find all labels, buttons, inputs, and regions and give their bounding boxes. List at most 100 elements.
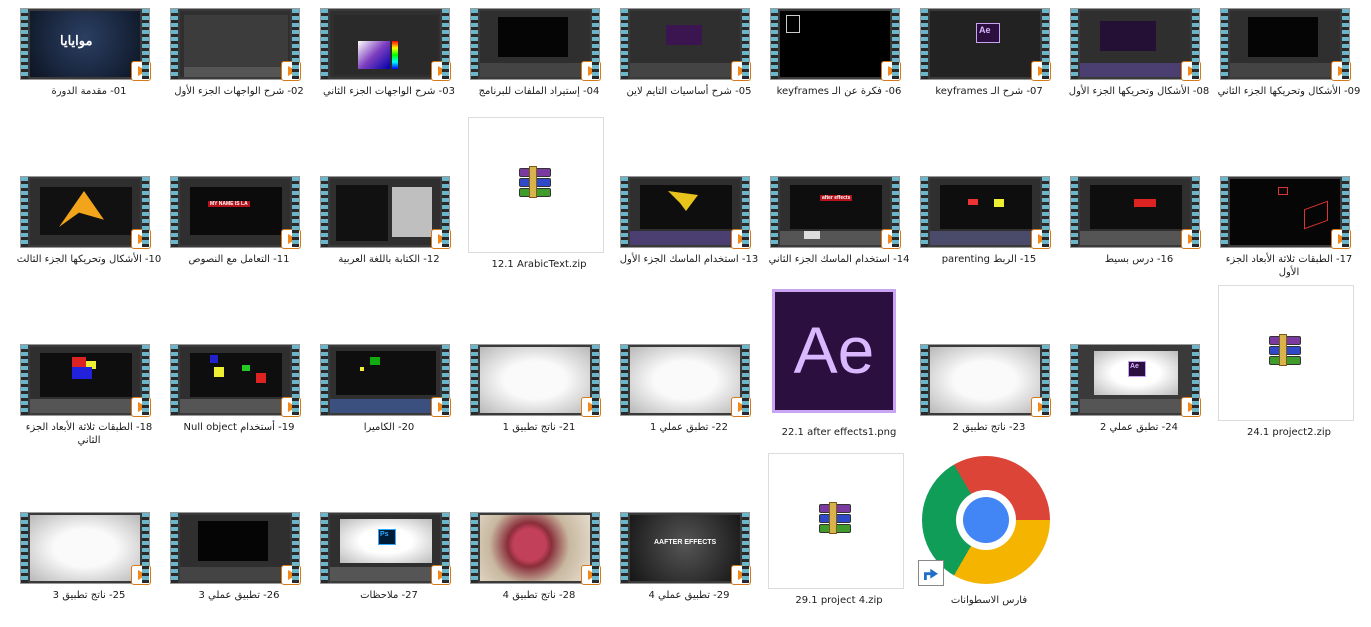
file-item[interactable]: 25- ناتج تطبيق 3: [0, 504, 151, 624]
video-thumbnail: [20, 512, 151, 585]
video-frame: [930, 347, 1040, 413]
play-icon: [131, 397, 151, 417]
video-frame: [1080, 179, 1190, 245]
play-icon: [1031, 397, 1051, 417]
play-icon: [281, 565, 301, 585]
video-frame: [930, 179, 1040, 245]
video-thumbnail: [920, 344, 1051, 417]
file-name-label: 25- ناتج تطبيق 3: [52, 590, 126, 601]
file-item[interactable]: 06- فكرة عن الـ keyframes: [750, 0, 901, 120]
video-thumbnail: [1070, 8, 1201, 81]
video-frame: [480, 347, 590, 413]
winrar-archive-icon: [515, 164, 555, 198]
play-icon: [1031, 61, 1051, 81]
play-icon: [1181, 397, 1201, 417]
thumbnail-text: after effects: [820, 195, 853, 201]
file-item[interactable]: فارس الاسطوانات: [900, 456, 1050, 624]
play-icon: [281, 229, 301, 249]
file-item[interactable]: 03- شرح الواجهات الجزء الثاني: [300, 0, 455, 120]
file-item[interactable]: 12.1 ArabicText.zip: [450, 117, 604, 288]
play-icon: [731, 397, 751, 417]
file-name-label: 04- إستيراد الملفات للبرنامج: [478, 86, 600, 97]
video-thumbnail: Ps: [320, 512, 451, 585]
play-icon: [581, 565, 601, 585]
file-item[interactable]: 17- الطبقات ثلاثة الأبعاد الجزء الأول: [1200, 168, 1352, 288]
file-name-label: 16- درس بسيط: [1104, 254, 1174, 265]
file-name-label: 15- الربط parenting: [941, 254, 1037, 265]
file-name-label: 29.1 project 4.zip: [795, 595, 883, 606]
video-thumbnail: [20, 176, 151, 249]
video-frame: [30, 515, 140, 581]
file-item[interactable]: Ae 24- تطبق عملي 2: [1050, 336, 1201, 456]
video-thumbnail: [1070, 176, 1201, 249]
file-item[interactable]: 10- الأشكال وتحريكها الجزء الثالث: [0, 168, 161, 288]
video-thumbnail: [170, 512, 301, 585]
video-frame: [780, 11, 890, 77]
play-icon: [731, 229, 751, 249]
thumbnail-text: Ps: [380, 531, 389, 538]
file-name-label: 11- التعامل مع النصوص: [188, 254, 290, 265]
winrar-archive-icon: [1265, 332, 1305, 366]
file-item[interactable]: 02- شرح الواجهات الجزء الأول: [150, 0, 304, 120]
file-item[interactable]: 20- الكاميرا: [300, 336, 451, 456]
file-item[interactable]: 13- استخدام الماسك الجزء الأول: [600, 168, 758, 288]
file-item[interactable]: 15- الربط parenting: [900, 168, 1051, 288]
zip-file-thumbnail: [768, 453, 904, 589]
play-icon: [131, 229, 151, 249]
file-item[interactable]: 19- أستخدام Null object: [150, 336, 301, 456]
video-thumbnail: [770, 8, 901, 81]
file-name-label: 05- شرح أساسيات التايم لاين: [626, 86, 752, 97]
file-name-label: 24- تطبق عملي 2: [1100, 422, 1178, 433]
file-name-label: 22- تطبق عملي 1: [650, 422, 728, 433]
file-item[interactable]: 23- ناتج تطبيق 2: [900, 336, 1051, 456]
file-item[interactable]: 09- الأشكال وتحريكها الجزء الثاني: [1200, 0, 1360, 120]
file-name-label: 08- الأشكال وتحريكها الجزء الأول: [1068, 86, 1210, 97]
file-item[interactable]: AAFTER EFFECTS 29- تطبيق عملي 4: [600, 504, 751, 624]
file-item[interactable]: 08- الأشكال وتحريكها الجزء الأول: [1050, 0, 1209, 120]
file-item[interactable]: 26- تطبيق عملي 3: [150, 504, 301, 624]
file-name-label: 13- استخدام الماسك الجزء الأول: [619, 254, 759, 265]
video-frame: [330, 179, 440, 245]
file-item[interactable]: Ae 22.1 after effects1.png: [750, 289, 900, 456]
file-name-label: 22.1 after effects1.png: [781, 427, 897, 438]
video-thumbnail: [320, 176, 451, 249]
file-name-label: 23- ناتج تطبيق 2: [952, 422, 1026, 433]
file-item[interactable]: 04- إستيراد الملفات للبرنامج: [450, 0, 601, 120]
video-thumbnail: [470, 512, 601, 585]
file-item[interactable]: MY NAME IS LA 11- التعامل مع النصوص: [150, 168, 301, 288]
video-frame: [480, 11, 590, 77]
file-item[interactable]: Ps 27- ملاحظات: [300, 504, 451, 624]
file-item[interactable]: 21- ناتج تطبيق 1: [450, 336, 601, 456]
video-thumbnail: after effects: [770, 176, 901, 249]
thumbnail-text: Ae: [1130, 363, 1139, 370]
file-item[interactable]: 22- تطبق عملي 1: [600, 336, 751, 456]
file-name-label: 19- أستخدام Null object: [183, 422, 295, 433]
video-thumbnail: AAFTER EFFECTS: [620, 512, 751, 585]
file-item[interactable]: 28- ناتج تطبيق 4: [450, 504, 601, 624]
file-item[interactable]: Ae 07- شرح الـ keyframes: [900, 0, 1051, 120]
video-frame: موايايا: [30, 11, 140, 77]
video-frame: [630, 11, 740, 77]
file-item[interactable]: 05- شرح أساسيات التايم لاين: [600, 0, 751, 120]
file-item[interactable]: 18- الطبقات ثلاثة الأبعاد الجزء الثاني: [0, 336, 152, 456]
video-frame: [330, 11, 440, 77]
video-thumbnail: [20, 344, 151, 417]
file-name-label: 12- الكتابة باللغة العربية: [338, 254, 440, 265]
video-frame: Ps: [330, 515, 440, 581]
file-item[interactable]: 29.1 project 4.zip: [750, 453, 904, 624]
file-name-label: 01- مقدمة الدورة: [51, 86, 127, 97]
video-thumbnail: [320, 344, 451, 417]
thumbnail-text: AAFTER EFFECTS: [654, 539, 717, 546]
video-thumbnail: MY NAME IS LA: [170, 176, 301, 249]
play-icon: [431, 565, 451, 585]
file-name-label: 24.1 project2.zip: [1246, 427, 1332, 438]
file-item[interactable]: after effects 14- استخدام الماسك الجزء ال…: [750, 168, 909, 288]
file-item[interactable]: 16- درس بسيط: [1050, 168, 1201, 288]
file-item[interactable]: موايايا 01- مقدمة الدورة: [0, 0, 151, 120]
file-item[interactable]: 24.1 project2.zip: [1200, 285, 1354, 456]
file-name-label: 18- الطبقات ثلاثة الأبعاد الجزء الثاني: [25, 422, 153, 446]
winrar-archive-icon: [815, 500, 855, 534]
file-name-label: 28- ناتج تطبيق 4: [502, 590, 576, 601]
file-item[interactable]: 12- الكتابة باللغة العربية: [300, 168, 451, 288]
play-icon: [581, 61, 601, 81]
